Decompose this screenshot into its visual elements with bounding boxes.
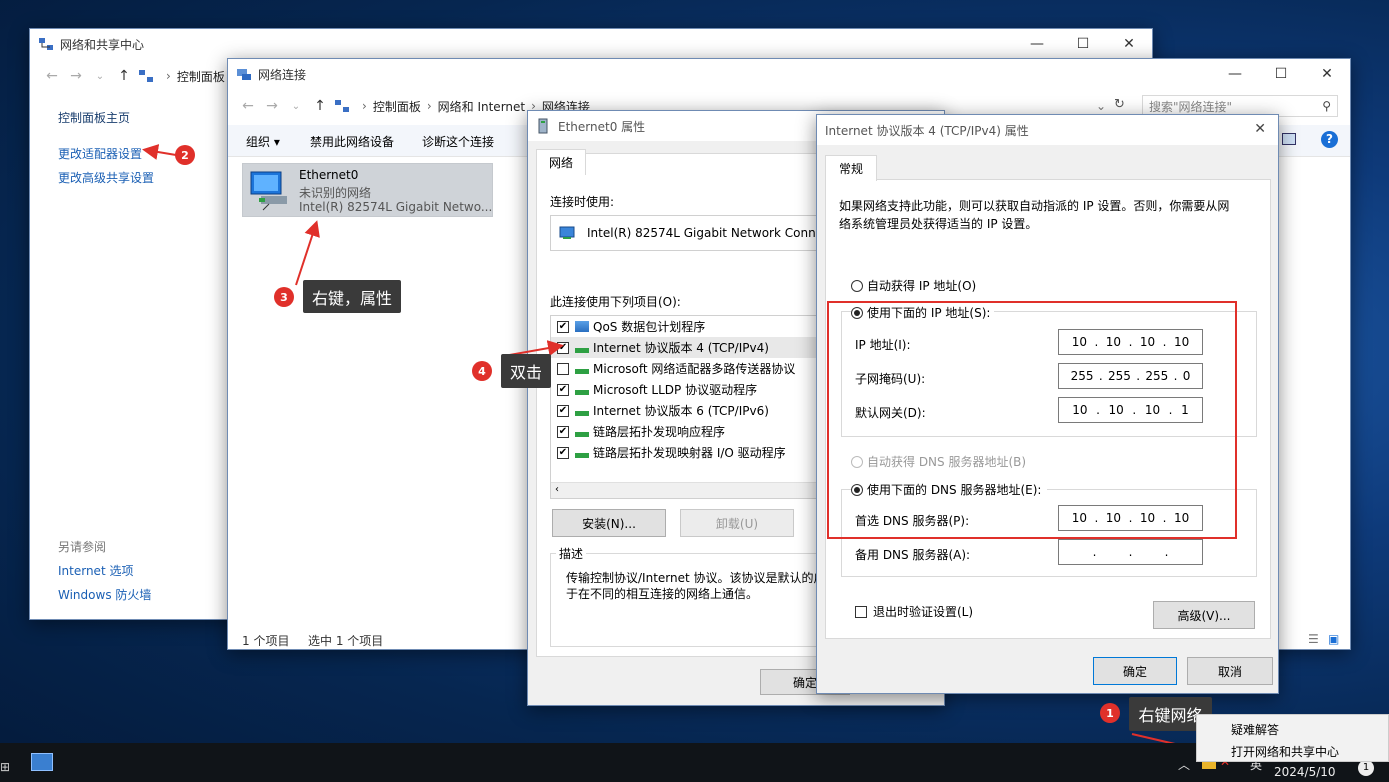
annotation-badge-1: 1 bbox=[1100, 703, 1120, 723]
annotation-arrows bbox=[142, 144, 1222, 760]
annotation-tip-3: 右键，属性 bbox=[303, 280, 401, 313]
arrow-2 bbox=[142, 144, 177, 160]
taskbar-start-edge[interactable]: ⊞ bbox=[0, 760, 10, 774]
menu-item-open-network-center[interactable]: 打开网络和共享中心 bbox=[1231, 743, 1339, 760]
taskbar-date[interactable]: 2024/5/10 bbox=[1274, 765, 1336, 779]
network-taskbar-app-icon[interactable] bbox=[31, 753, 53, 771]
arrow-3 bbox=[295, 220, 320, 286]
annotation-tip-4: 双击 bbox=[501, 354, 551, 388]
notification-count-badge[interactable]: 1 bbox=[1358, 760, 1374, 776]
menu-item-troubleshoot[interactable]: 疑难解答 bbox=[1231, 721, 1279, 738]
annotation-badge-2: 2 bbox=[175, 145, 195, 165]
annotation-badge-4: 4 bbox=[472, 361, 492, 381]
tray-overflow-chevron-icon[interactable]: ︿ bbox=[1178, 756, 1190, 773]
annotation-badge-3: 3 bbox=[274, 287, 294, 307]
tray-context-menu: 疑难解答 打开网络和共享中心 bbox=[1196, 714, 1389, 762]
